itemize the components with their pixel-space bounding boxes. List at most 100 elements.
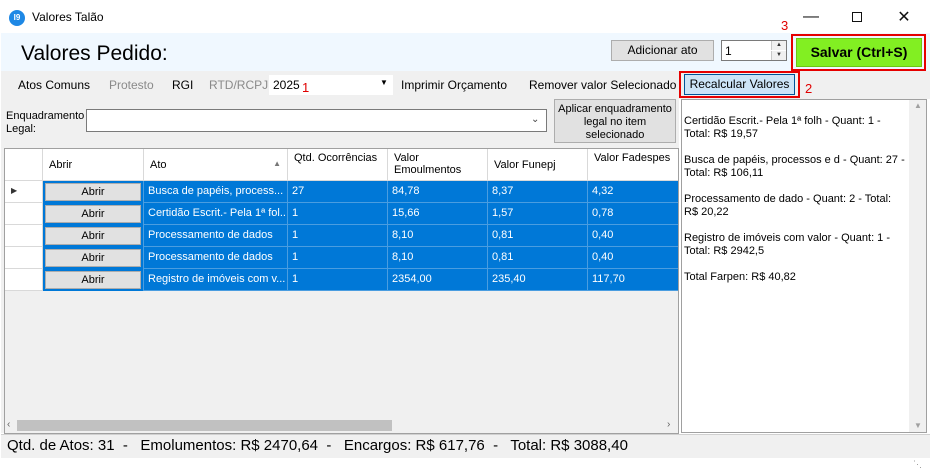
- cell-emolumentos[interactable]: 15,66: [388, 203, 488, 225]
- cell-ato[interactable]: Certidão Escrit.- Pela 1ª fol...: [144, 203, 288, 225]
- page-title: Valores Pedido:: [21, 42, 168, 65]
- save-button[interactable]: Salvar (Ctrl+S): [796, 38, 922, 67]
- cell-qtd[interactable]: 1: [288, 247, 388, 269]
- cell-emolumentos[interactable]: 8,10: [388, 247, 488, 269]
- sort-up-icon: ▲: [273, 159, 281, 168]
- column-header-ato[interactable]: Ato ▲: [144, 149, 288, 181]
- summary-line: Registro de imóveis com valor - Quant: 1…: [684, 232, 891, 257]
- abrir-button[interactable]: Abrir: [45, 183, 141, 201]
- spin-down-icon[interactable]: ▼: [771, 51, 786, 60]
- cell-qtd[interactable]: 1: [288, 225, 388, 247]
- horizontal-scroll-thumb[interactable]: [17, 420, 392, 431]
- summary-line: Total Farpen: R$ 40,82: [684, 271, 796, 283]
- print-budget-button[interactable]: Imprimir Orçamento: [401, 78, 507, 92]
- chevron-down-icon[interactable]: ⌄: [531, 114, 539, 125]
- tab-rtd-rcpj[interactable]: RTD/RCPJ: [209, 78, 268, 92]
- cell-abrir: Abrir: [43, 181, 144, 203]
- cell-emolumentos[interactable]: 8,10: [388, 225, 488, 247]
- cell-abrir: Abrir: [43, 225, 144, 247]
- scroll-left-icon[interactable]: ‹: [7, 419, 10, 430]
- row-header[interactable]: [5, 247, 43, 269]
- tab-rgi[interactable]: RGI: [172, 78, 193, 92]
- tab-atos-comuns[interactable]: Atos Comuns: [18, 78, 90, 92]
- apply-enquadramento-button[interactable]: Aplicar enquadramento legal no item sele…: [554, 99, 676, 143]
- cell-abrir: Abrir: [43, 203, 144, 225]
- annotation-1: 1: [302, 80, 310, 95]
- cell-qtd[interactable]: 1: [288, 269, 388, 291]
- cell-funepj[interactable]: 1,57: [488, 203, 588, 225]
- column-label: Valor Emoulmentos: [394, 152, 462, 176]
- window-title: Valores Talão: [32, 10, 104, 24]
- cell-ato[interactable]: Processamento de dados: [144, 247, 288, 269]
- quantity-value: 1: [725, 44, 732, 58]
- cell-emolumentos[interactable]: 2354,00: [388, 269, 488, 291]
- cell-abrir: Abrir: [43, 269, 144, 291]
- current-row-icon: ▶: [11, 186, 18, 195]
- year-combo-value: 2025: [273, 78, 300, 92]
- annotation-3: 3: [781, 18, 789, 33]
- summary-line: Busca de papéis, processos e d - Quant: …: [684, 154, 905, 179]
- abrir-button[interactable]: Abrir: [45, 249, 141, 267]
- cell-abrir: Abrir: [43, 247, 144, 269]
- status-totals: Qtd. de Atos: 31 - Emolumentos: R$ 2470,…: [7, 437, 628, 454]
- close-icon: ✕: [897, 9, 911, 26]
- column-header-emolumentos[interactable]: Valor Emoulmentos: [388, 149, 488, 181]
- column-header-qtd[interactable]: Qtd. Ocorrências: [288, 149, 388, 181]
- scroll-down-icon[interactable]: ▼: [914, 421, 922, 430]
- resize-grip-icon[interactable]: ⋱: [913, 459, 922, 470]
- cell-qtd[interactable]: 1: [288, 203, 388, 225]
- spin-up-icon[interactable]: ▲: [771, 41, 786, 50]
- row-header[interactable]: ▶: [5, 181, 43, 203]
- minimize-button[interactable]: —: [788, 4, 834, 30]
- summary-line: Certidão Escrit.- Pela 1ª folh - Quant: …: [684, 115, 881, 140]
- column-label: Qtd. Ocorrências: [294, 152, 378, 164]
- abrir-button[interactable]: Abrir: [45, 271, 141, 289]
- cell-fadespes[interactable]: 0,40: [588, 247, 678, 269]
- cell-funepj[interactable]: 0,81: [488, 247, 588, 269]
- grid-corner: [5, 149, 43, 181]
- minimize-icon: —: [803, 8, 819, 25]
- abrir-button[interactable]: Abrir: [45, 205, 141, 223]
- row-header[interactable]: [5, 269, 43, 291]
- enquadramento-label: Enquadramento Legal:: [6, 110, 85, 135]
- column-header-funepj[interactable]: Valor Funepj: [488, 149, 588, 181]
- column-label: Abrir: [49, 159, 73, 171]
- close-button[interactable]: ✕: [881, 4, 927, 30]
- summary-panel: [681, 99, 927, 433]
- window-bottom: [0, 458, 931, 473]
- cell-fadespes[interactable]: 0,78: [588, 203, 678, 225]
- add-ato-button[interactable]: Adicionar ato: [611, 40, 714, 61]
- cell-fadespes[interactable]: 4,32: [588, 181, 678, 203]
- column-label: Ato: [150, 159, 167, 171]
- tab-protesto[interactable]: Protesto: [109, 78, 154, 92]
- cell-ato[interactable]: Processamento de dados: [144, 225, 288, 247]
- column-label: Valor Fadespes: [594, 152, 671, 164]
- vertical-scrollbar[interactable]: [909, 100, 926, 432]
- row-header[interactable]: [5, 203, 43, 225]
- remove-value-button[interactable]: Remover valor Selecionado: [529, 78, 676, 92]
- enquadramento-combo[interactable]: [86, 109, 547, 132]
- column-header-fadespes[interactable]: Valor Fadespes: [588, 149, 678, 181]
- cell-fadespes[interactable]: 0,40: [588, 225, 678, 247]
- column-header-abrir[interactable]: Abrir: [43, 149, 144, 181]
- maximize-icon: [852, 12, 862, 22]
- cell-funepj[interactable]: 235,40: [488, 269, 588, 291]
- row-header[interactable]: [5, 225, 43, 247]
- cell-ato[interactable]: Registro de imóveis com v...: [144, 269, 288, 291]
- abrir-button[interactable]: Abrir: [45, 227, 141, 245]
- maximize-button[interactable]: [834, 4, 880, 30]
- summary-line: Processamento de dado - Quant: 2 - Total…: [684, 193, 892, 218]
- scroll-right-icon[interactable]: ›: [667, 419, 670, 430]
- annotation-2: 2: [805, 81, 813, 96]
- chevron-down-icon[interactable]: ▼: [380, 78, 388, 87]
- cell-funepj[interactable]: 8,37: [488, 181, 588, 203]
- cell-funepj[interactable]: 0,81: [488, 225, 588, 247]
- cell-fadespes[interactable]: 117,70: [588, 269, 678, 291]
- cell-emolumentos[interactable]: 84,78: [388, 181, 488, 203]
- app-icon: I9: [9, 10, 25, 26]
- scroll-up-icon[interactable]: ▲: [914, 101, 922, 110]
- recalculate-button[interactable]: Recalcular Valores: [684, 74, 795, 95]
- cell-qtd[interactable]: 27: [288, 181, 388, 203]
- column-label: Valor Funepj: [494, 159, 556, 171]
- cell-ato[interactable]: Busca de papéis, process...: [144, 181, 288, 203]
